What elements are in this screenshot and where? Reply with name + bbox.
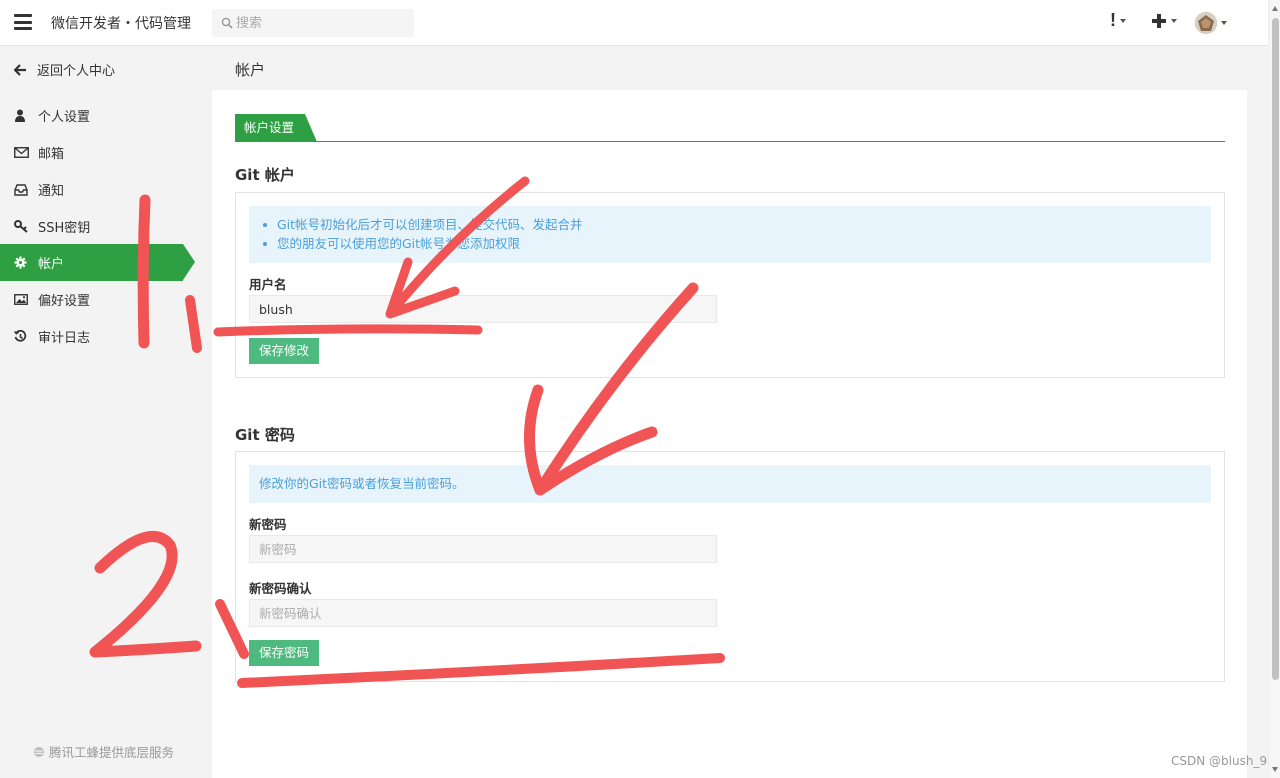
back-to-profile-link[interactable]: 返回个人中心 <box>14 60 115 79</box>
sidebar-item-label: 偏好设置 <box>38 294 91 309</box>
scrollbar[interactable] <box>1268 0 1280 778</box>
git-account-info: Git帐号初始化后才可以创建项目、提交代码、发起合并 您的朋友可以使用您的Git… <box>249 206 1211 263</box>
git-password-info: 修改你的Git密码或者恢复当前密码。 <box>249 465 1211 503</box>
confirm-password-field[interactable] <box>249 599 717 627</box>
sidebar-item-email[interactable]: 邮箱 <box>0 134 196 171</box>
sidebar-item-audit-log[interactable]: 审计日志 <box>0 318 196 355</box>
sidebar-item-preferences[interactable]: 偏好设置 <box>0 281 196 318</box>
avatar <box>1195 12 1217 34</box>
powered-by-note: 腾讯工蜂提供底层服务 <box>33 742 174 761</box>
powered-by-label: 腾讯工蜂提供底层服务 <box>49 745 175 760</box>
arrow-left-icon <box>14 63 26 76</box>
back-link-label: 返回个人中心 <box>37 64 116 79</box>
username-label: 用户名 <box>249 277 287 292</box>
scroll-down-arrow-icon[interactable] <box>1272 767 1278 772</box>
chevron-down-icon <box>1221 21 1227 25</box>
username-field[interactable] <box>249 295 717 323</box>
info-note: Git帐号初始化后才可以创建项目、提交代码、发起合并 <box>263 215 1211 234</box>
inbox-icon <box>14 183 30 196</box>
search-box[interactable] <box>212 9 414 37</box>
user-menu[interactable] <box>1195 12 1227 34</box>
main-panel: 帐户设置 Git 帐户 Git帐号初始化后才可以创建项目、提交代码、发起合并 您… <box>212 90 1247 778</box>
page-title: 帐户 <box>235 61 266 79</box>
confirm-password-label: 新密码确认 <box>249 581 312 596</box>
envelope-icon <box>14 147 30 158</box>
key-icon <box>14 220 30 233</box>
create-menu[interactable] <box>1151 13 1177 29</box>
alerts-menu[interactable]: ! <box>1110 10 1126 31</box>
sidebar-item-label: 邮箱 <box>38 147 65 162</box>
new-password-label: 新密码 <box>249 517 287 532</box>
sidebar-item-label: 审计日志 <box>38 331 91 346</box>
git-account-title: Git 帐户 <box>235 166 295 184</box>
new-password-field[interactable] <box>249 535 717 563</box>
alert-icon: ! <box>1110 10 1116 30</box>
sidebar-item-label: SSH密钥 <box>38 221 91 236</box>
user-icon <box>14 109 30 122</box>
history-icon <box>14 330 30 343</box>
hamburger-menu-icon[interactable] <box>14 14 32 30</box>
app-title[interactable]: 微信开发者・代码管理 <box>51 13 191 33</box>
sidebar-item-label: 通知 <box>38 184 65 199</box>
search-input[interactable] <box>236 15 406 31</box>
sidebar-item-label: 帐户 <box>38 257 65 272</box>
bee-logo-icon <box>34 746 44 757</box>
watermark: CSDN @blush_9 <box>1171 754 1268 768</box>
sidebar-item-notifications[interactable]: 通知 <box>0 171 196 208</box>
chevron-down-icon <box>1171 19 1177 23</box>
scroll-thumb[interactable] <box>1272 18 1279 680</box>
sidebar-item-label: 个人设置 <box>38 110 91 125</box>
tab-underline <box>235 141 1225 142</box>
plus-icon <box>1152 14 1166 28</box>
sidebar-item-account[interactable]: 帐户 <box>0 244 195 281</box>
chevron-down-icon <box>1120 18 1126 23</box>
git-account-box: Git帐号初始化后才可以创建项目、提交代码、发起合并 您的朋友可以使用您的Git… <box>235 192 1225 378</box>
gear-icon <box>14 256 30 269</box>
search-icon <box>221 17 233 29</box>
save-changes-button[interactable]: 保存修改 <box>249 338 320 364</box>
top-bar: 微信开发者・代码管理 ! <box>0 0 1268 46</box>
git-password-title: Git 密码 <box>235 426 295 444</box>
info-note: 您的朋友可以使用您的Git帐号为您添加权限 <box>263 234 1211 253</box>
sidebar-item-profile[interactable]: 个人设置 <box>0 97 196 134</box>
scroll-up-arrow-icon[interactable] <box>1272 6 1278 11</box>
save-password-button[interactable]: 保存密码 <box>249 640 320 666</box>
sidebar: 返回个人中心 个人设置 邮箱 通知 SSH密钥 帐户 偏好设置 审计日志 腾讯工… <box>0 47 212 778</box>
git-password-box: 修改你的Git密码或者恢复当前密码。 新密码 新密码确认 保存密码 <box>235 451 1225 682</box>
tab-account-settings[interactable]: 帐户设置 <box>235 114 317 142</box>
image-icon <box>14 294 30 305</box>
sidebar-item-ssh-keys[interactable]: SSH密钥 <box>0 208 196 245</box>
